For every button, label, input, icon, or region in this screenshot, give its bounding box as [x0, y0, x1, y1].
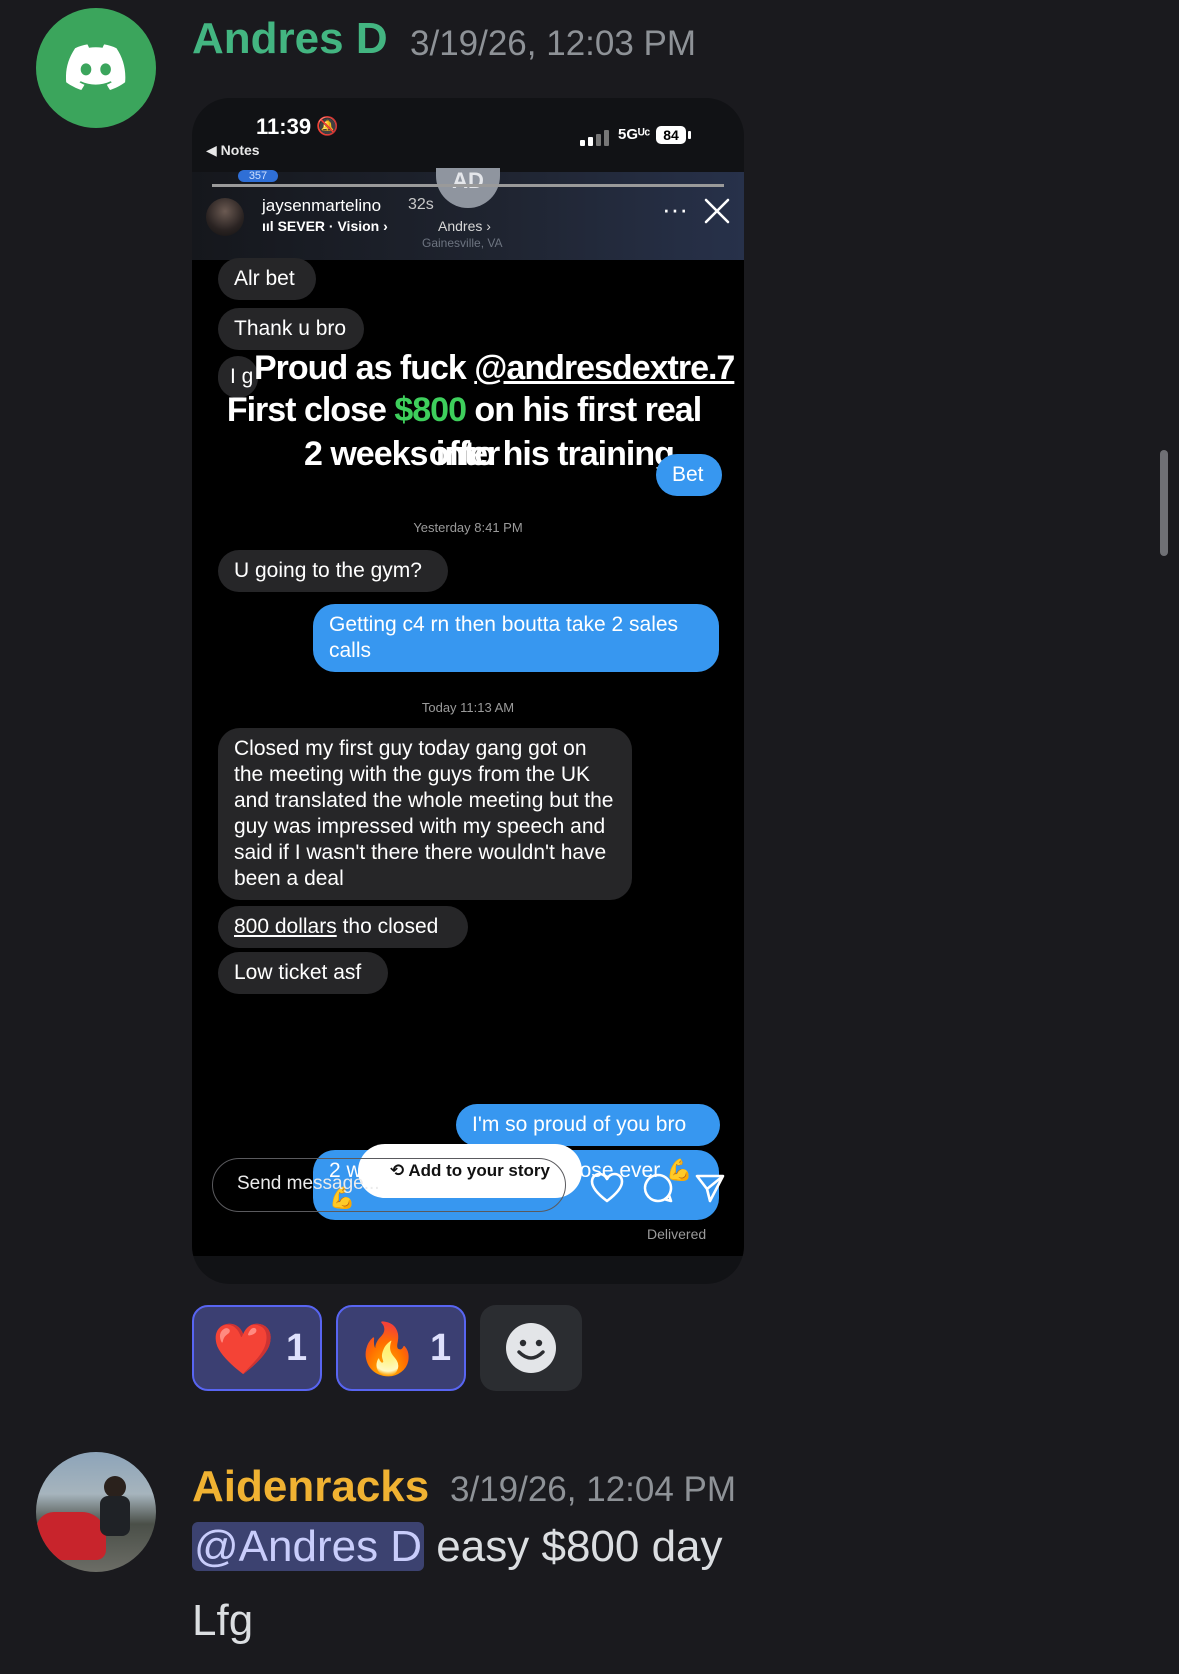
avatar-car-shape — [36, 1512, 106, 1560]
caption-money: $800 — [394, 391, 467, 429]
message-text-body: easy $800 day — [424, 1522, 723, 1571]
back-to-notes-link: ◀ Notes — [206, 142, 260, 158]
share-icon — [695, 1174, 725, 1203]
thread-timestamp: Today 11:13 AM — [421, 700, 515, 715]
author-avatar-aidenracks[interactable] — [36, 1452, 156, 1572]
comment-icon — [643, 1173, 673, 1203]
reaction-count: 1 — [430, 1327, 452, 1369]
message-text: Lfg — [192, 1596, 254, 1645]
reaction-count: 1 — [286, 1327, 308, 1369]
more-options-icon: ··· — [662, 194, 688, 224]
message-bubble-in: U going to the gym? — [218, 550, 448, 592]
caption-text: Proud as fuck — [254, 349, 475, 387]
reaction-fire[interactable]: 🔥 1 — [336, 1305, 466, 1391]
bell-muted-icon: 🔕 — [316, 116, 339, 136]
signal-icon — [580, 130, 609, 146]
delivered-status: Delivered — [647, 1226, 707, 1242]
story-caption-line3: 2 weeks into his training — [304, 435, 675, 473]
heart-icon — [590, 1172, 624, 1203]
battery-tip — [688, 131, 691, 139]
message-bubble-out: Bet — [656, 454, 722, 496]
message-bubble-in: Alr bet — [218, 258, 316, 300]
message-timestamp: 3/19/26, 12:03 PM — [410, 24, 697, 63]
message-text: @Andres D easy $800 day — [192, 1522, 723, 1572]
avatar-person-body — [100, 1496, 130, 1536]
status-time: 11:39 — [256, 114, 312, 139]
network-label: 5Gᵁᶜ — [618, 126, 651, 143]
story-caption-line1: Proud as fuck @andresdextre.7 — [254, 346, 735, 390]
link-text: 800 dollars — [234, 915, 337, 938]
author-avatar-andres[interactable] — [36, 8, 156, 128]
story-mention: Andres › — [438, 218, 491, 234]
author-name[interactable]: Andres D — [192, 14, 388, 64]
message-bubble-in: 800 dollars tho closed — [218, 906, 468, 948]
message-bubble-in: Thank u bro — [218, 308, 364, 350]
user-mention[interactable]: @Andres D — [192, 1522, 425, 1571]
message-bubble-in: Low ticket asf — [218, 952, 388, 994]
story-music-label: SEVER · Vision › — [277, 218, 388, 234]
smiley-face-icon — [506, 1323, 556, 1373]
image-attachment[interactable]: 11:39 🔕 ◀ Notes 5Gᵁᶜ 84 357 AD jaysenmar… — [192, 98, 744, 1284]
peek-badge: 357 — [238, 170, 278, 182]
story-age: 32s — [408, 196, 434, 213]
caption-handle: @andresdextre.7 — [474, 349, 735, 387]
reaction-heart[interactable]: ❤️ 1 — [192, 1305, 322, 1391]
discord-logo-icon — [66, 44, 126, 90]
caption-text: First close — [226, 391, 395, 429]
message-bubble-out: I'm so proud of you bro — [456, 1104, 720, 1146]
battery-icon: 84 — [656, 126, 686, 144]
message-bubble-in: Closed my first guy today gang got on th… — [218, 728, 632, 900]
fire-emoji-icon: 🔥 — [356, 1321, 419, 1377]
message-bubble-out: Getting c4 rn then boutta take 2 sales c… — [313, 604, 719, 672]
thread-timestamp: Yesterday 8:41 PM — [413, 520, 523, 535]
story-user-avatar — [206, 198, 244, 236]
avatar-person-head — [104, 1476, 126, 1498]
story-music: ııl SEVER · Vision › — [262, 218, 388, 234]
add-reaction-button[interactable] — [480, 1305, 582, 1391]
scrollbar-thumb[interactable] — [1160, 450, 1168, 556]
story-username: jaysenmartelino — [262, 196, 382, 215]
message-timestamp: 3/19/26, 12:04 PM — [450, 1470, 737, 1509]
author-name[interactable]: Aidenracks — [192, 1462, 429, 1512]
story-progress-bar — [212, 184, 724, 187]
story-location: Gainesville, VA — [422, 236, 503, 250]
heart-emoji-icon: ❤️ — [212, 1321, 275, 1377]
send-message-field: Send message... — [212, 1158, 566, 1212]
bubble-text: tho closed — [336, 915, 439, 938]
close-icon — [704, 198, 730, 224]
dm-thread: Alr bet Thank u bro I g Proud as fuck @a… — [192, 258, 744, 1256]
music-bars-icon: ııl — [262, 218, 278, 234]
